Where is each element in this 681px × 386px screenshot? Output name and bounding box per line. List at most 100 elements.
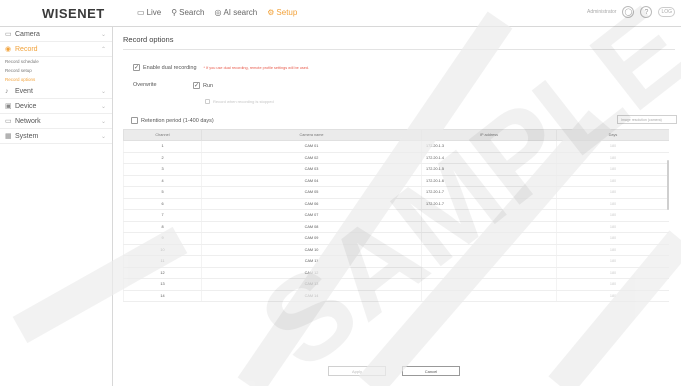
user-name: Administrator — [586, 9, 617, 15]
cell-ip-address: 172.20.1.3 — [421, 140, 557, 153]
cell-days[interactable]: 180 — [556, 175, 669, 187]
nav-search-label: Search — [179, 8, 205, 17]
event-icon: ♪ — [5, 87, 9, 95]
gear-icon: ⚙ — [267, 7, 275, 17]
nav-setup-label: Setup — [276, 8, 298, 17]
user-icon[interactable]: ◯ — [622, 6, 635, 18]
table-row[interactable]: 1 CAM 01 172.20.1.3 180 — [123, 140, 669, 153]
run-checkbox[interactable]: ✓ — [193, 82, 200, 89]
cell-ip-address — [421, 278, 557, 291]
table-row[interactable]: 12 CAM 12 180 — [123, 267, 669, 279]
sidebar-item-device[interactable]: ▣ Device ⌄ — [0, 99, 112, 114]
chevron-down-icon: ⌄ — [100, 133, 106, 140]
cell-days[interactable]: 180 — [556, 140, 669, 153]
sidebar-item-system[interactable]: ▦ System ⌄ — [0, 129, 112, 144]
cell-camera-name: CAM 04 — [201, 175, 422, 187]
cell-channel: 3 — [123, 163, 202, 176]
dual-recording-checkbox[interactable]: ✓ — [133, 64, 140, 71]
cell-channel: 12 — [123, 267, 202, 279]
help-icon[interactable]: ? — [640, 6, 653, 18]
cell-ip-address — [421, 232, 557, 245]
chevron-up-icon: ⌃ — [100, 46, 106, 53]
retention-checkbox[interactable] — [131, 117, 138, 124]
camera-icon: ▭ — [5, 31, 12, 38]
retention-select[interactable]: Image resolution (camera) — [617, 115, 677, 124]
cell-ip-address: 172.20.1.7 — [421, 198, 557, 210]
cell-days[interactable]: 180 — [556, 244, 669, 256]
sidebar-item-label: Device — [15, 102, 37, 110]
table-row[interactable]: 7 CAM 07 180 — [123, 209, 669, 222]
cell-days[interactable]: 180 — [556, 278, 669, 291]
table-row[interactable]: 10 CAM 10 180 — [123, 244, 669, 256]
table-row[interactable]: 9 CAM 09 180 — [123, 232, 669, 245]
title-divider — [123, 49, 675, 50]
sidebar-item-record[interactable]: ◉ Record ⌃ — [0, 42, 112, 57]
logout-button[interactable]: LOG — [658, 7, 675, 17]
table-row[interactable]: 11 CAM 11 180 — [123, 255, 669, 268]
sidebar-subitem-record-schedule[interactable]: Record schedule — [0, 57, 112, 66]
table-row[interactable]: 5 CAM 05 172.20.1.7 180 — [123, 186, 669, 199]
cell-camera-name: CAM 12 — [201, 267, 422, 279]
cell-ip-address — [421, 244, 557, 256]
chevron-down-icon: ⌄ — [100, 88, 106, 95]
cell-ip-address — [421, 255, 557, 268]
cancel-button[interactable]: Cancel — [402, 366, 460, 376]
cell-days[interactable]: 180 — [556, 232, 669, 245]
table-row[interactable]: 4 CAM 04 172.20.1.6 180 — [123, 175, 669, 187]
sidebar-item-network[interactable]: ▭ Network ⌄ — [0, 114, 112, 129]
sidebar-item-camera[interactable]: ▭ Camera ⌄ — [0, 27, 112, 42]
sidebar-item-event[interactable]: ♪ Event ⌄ — [0, 84, 112, 99]
cell-ip-address: 172.20.1.4 — [421, 152, 557, 164]
table-row[interactable]: 8 CAM 08 180 — [123, 221, 669, 233]
table-row[interactable]: 6 CAM 06 172.20.1.7 180 — [123, 198, 669, 210]
cell-channel: 9 — [123, 232, 202, 245]
cell-days[interactable]: 180 — [556, 290, 669, 302]
table-row[interactable]: 14 CAM 14 180 — [123, 290, 669, 302]
sidebar: ▭ Camera ⌄ ◉ Record ⌃ Record schedule Re… — [0, 27, 113, 386]
sidebar-subitem-record-options[interactable]: Record options — [0, 75, 112, 84]
main-panel: Record options ✓ Enable dual recording *… — [113, 27, 681, 386]
cell-days[interactable]: 180 — [556, 209, 669, 222]
cell-ip-address: 172.20.1.5 — [421, 163, 557, 176]
table-row[interactable]: 2 CAM 02 172.20.1.4 180 — [123, 152, 669, 164]
table-row[interactable]: 13 CAM 13 180 — [123, 278, 669, 291]
run-row: ✓ Run — [193, 82, 213, 89]
main-nav: ▭ Live ⚲ Search ◎ AI search ⚙ Setup — [137, 8, 297, 17]
nav-ai-search[interactable]: ◎ AI search — [214, 8, 257, 17]
cell-days[interactable]: 180 — [556, 163, 669, 176]
top-bar: WISENET ▭ Live ⚲ Search ◎ AI search ⚙ Se… — [0, 0, 681, 27]
cell-channel: 10 — [123, 244, 202, 256]
cell-days[interactable]: 180 — [556, 255, 669, 268]
cell-channel: 13 — [123, 278, 202, 291]
retention-label: Retention period (1-400 days) — [141, 117, 214, 124]
nav-setup[interactable]: ⚙ Setup — [267, 8, 297, 17]
apply-button[interactable]: Apply — [328, 366, 386, 376]
cell-camera-name: CAM 11 — [201, 255, 422, 268]
cell-days[interactable]: 180 — [556, 267, 669, 279]
table-scrollbar[interactable] — [667, 160, 669, 210]
cell-channel: 7 — [123, 209, 202, 222]
cell-ip-address — [421, 209, 557, 222]
cell-days[interactable]: 180 — [556, 221, 669, 233]
header-right: Administrator ◯ ? LOG — [587, 6, 675, 18]
notify-label: Record when recording is stopped — [213, 99, 274, 104]
sidebar-item-label: Camera — [15, 30, 40, 38]
cell-channel: 5 — [123, 186, 202, 199]
cell-camera-name: CAM 03 — [201, 163, 422, 176]
chevron-down-icon: ⌄ — [100, 118, 106, 125]
system-icon: ▦ — [5, 133, 12, 140]
cell-days[interactable]: 180 — [556, 186, 669, 199]
cell-channel: 6 — [123, 198, 202, 210]
cell-camera-name: CAM 14 — [201, 290, 422, 302]
cell-days[interactable]: 180 — [556, 198, 669, 210]
table-body: 1 CAM 01 172.20.1.3 180 2 CAM 02 172.20.1.4 180… — [123, 140, 669, 302]
sidebar-subitem-record-setup[interactable]: Record setup — [0, 66, 112, 75]
nav-search[interactable]: ⚲ Search — [171, 8, 204, 17]
cell-days[interactable]: 180 — [556, 152, 669, 164]
notify-row: Record when recording is stopped — [205, 99, 274, 104]
nav-live[interactable]: ▭ Live — [137, 8, 161, 17]
table-row[interactable]: 3 CAM 03 172.20.1.5 180 — [123, 163, 669, 176]
notify-checkbox[interactable] — [205, 99, 210, 104]
page-title: Record options — [123, 35, 174, 44]
cell-camera-name: CAM 02 — [201, 152, 422, 164]
